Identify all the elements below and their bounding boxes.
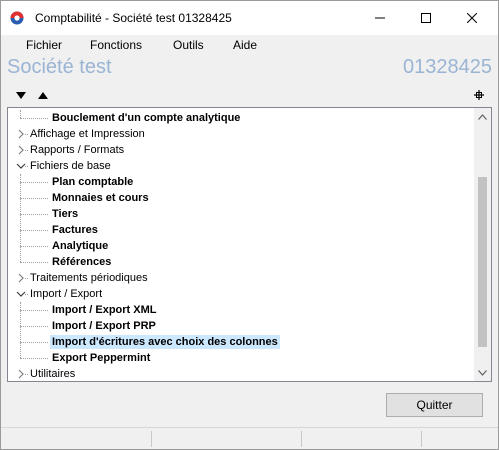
tree-item[interactable]: Bouclement d'un compte analytique	[8, 110, 468, 126]
scroll-thumb[interactable]	[478, 176, 487, 347]
tree-item-label: Import / Export XML	[52, 304, 157, 316]
tree-item[interactable]: Factures	[8, 222, 468, 238]
tree-item-label: Factures	[52, 224, 98, 236]
tree-item-label: Affichage et Impression	[30, 128, 145, 140]
vertical-scrollbar[interactable]	[474, 108, 491, 381]
tree-item-label: Plan comptable	[52, 176, 134, 188]
expand-all-icon[interactable]	[37, 89, 49, 101]
tree-item[interactable]: Traitements périodiques	[8, 270, 468, 286]
tree-connector	[20, 118, 48, 119]
tree-connector	[20, 246, 48, 247]
title-bar[interactable]: Comptabilité - Société test 01328425	[1, 1, 498, 35]
tree-item-label: Import / Export	[30, 288, 103, 300]
tree-item-label: Fichiers de base	[30, 160, 111, 172]
app-window: Comptabilité - Société test 01328425 Fic…	[0, 0, 499, 450]
tree-item-label: Rapports / Formats	[30, 144, 125, 156]
tree-item[interactable]: Fichiers de base	[8, 158, 468, 174]
tree-connector	[20, 198, 48, 199]
tree-item[interactable]: Plan comptable	[8, 174, 468, 190]
tree-item[interactable]: Import / Export	[8, 286, 468, 302]
company-name: Société test	[7, 56, 112, 78]
scroll-up-button[interactable]	[474, 108, 491, 125]
tree-item[interactable]: Tiers	[8, 206, 468, 222]
tree-connector	[20, 302, 21, 358]
tree-item-label: Import d'écritures avec choix des colonn…	[50, 335, 280, 349]
tree-item[interactable]: Affichage et Impression	[8, 126, 468, 142]
menu-bar: Fichier Fonctions Outils Aide	[1, 35, 498, 55]
tree-connector	[20, 230, 48, 231]
tree-item-label: Références	[52, 256, 112, 268]
tree-connector	[20, 358, 48, 359]
tree-item-label: Utilitaires	[30, 368, 76, 380]
status-separator	[301, 431, 302, 447]
app-logo-icon	[10, 11, 24, 25]
tree-connector	[20, 262, 48, 263]
maximize-button[interactable]	[403, 1, 449, 35]
chevron-down-icon	[478, 369, 487, 376]
status-bar	[1, 427, 498, 449]
close-button[interactable]	[449, 1, 495, 35]
tree-item[interactable]: Utilitaires	[8, 366, 468, 381]
tree-item[interactable]: Import / Export XML	[8, 302, 468, 318]
toolbar	[1, 85, 498, 107]
tree-connector	[20, 310, 48, 311]
close-icon	[467, 13, 477, 23]
quit-button[interactable]: Quitter	[386, 393, 483, 417]
tree-item-label: Bouclement d'un compte analytique	[52, 112, 241, 124]
tree-item-label: Traitements périodiques	[30, 272, 148, 284]
tree-item[interactable]: Export Peppermint	[8, 350, 468, 366]
navigation-tree[interactable]: Bouclement d'un compte analytique Afficha…	[7, 107, 492, 382]
tree-connector	[20, 174, 21, 262]
menu-fonctions[interactable]: Fonctions	[90, 38, 142, 52]
window-title: Comptabilité - Société test 01328425	[35, 11, 232, 25]
menu-outils[interactable]: Outils	[173, 38, 204, 52]
tree-item[interactable]: Import / Export PRP	[8, 318, 468, 334]
maximize-icon	[421, 13, 431, 23]
tree-item[interactable]: Monnaies et cours	[8, 190, 468, 206]
pin-icon[interactable]	[473, 89, 485, 101]
menu-fichier[interactable]: Fichier	[26, 38, 62, 52]
status-separator	[421, 431, 422, 447]
company-code: 01328425	[403, 56, 492, 78]
tree-connector	[20, 214, 48, 215]
tree-item[interactable]: Références	[8, 254, 468, 270]
minimize-icon	[375, 17, 385, 19]
tree-item-label: Monnaies et cours	[52, 192, 149, 204]
menu-aide[interactable]: Aide	[233, 38, 257, 52]
minimize-button[interactable]	[357, 1, 403, 35]
tree-item-label: Export Peppermint	[52, 352, 151, 364]
tree-item[interactable]: Analytique	[8, 238, 468, 254]
tree-item[interactable]: Import d'écritures avec choix des colonn…	[8, 334, 468, 350]
chevron-up-icon	[478, 113, 487, 120]
tree-connector	[20, 342, 48, 343]
tree-connector	[20, 110, 21, 118]
tree-connector	[20, 326, 48, 327]
tree-item-label: Analytique	[52, 240, 109, 252]
collapse-all-icon[interactable]	[15, 89, 27, 101]
tree-item[interactable]: Rapports / Formats	[8, 142, 468, 158]
status-separator	[151, 431, 152, 447]
tree-item-label: Tiers	[52, 208, 79, 220]
tree-connector	[20, 182, 48, 183]
tree-item-label: Import / Export PRP	[52, 320, 156, 332]
scroll-down-button[interactable]	[474, 364, 491, 381]
